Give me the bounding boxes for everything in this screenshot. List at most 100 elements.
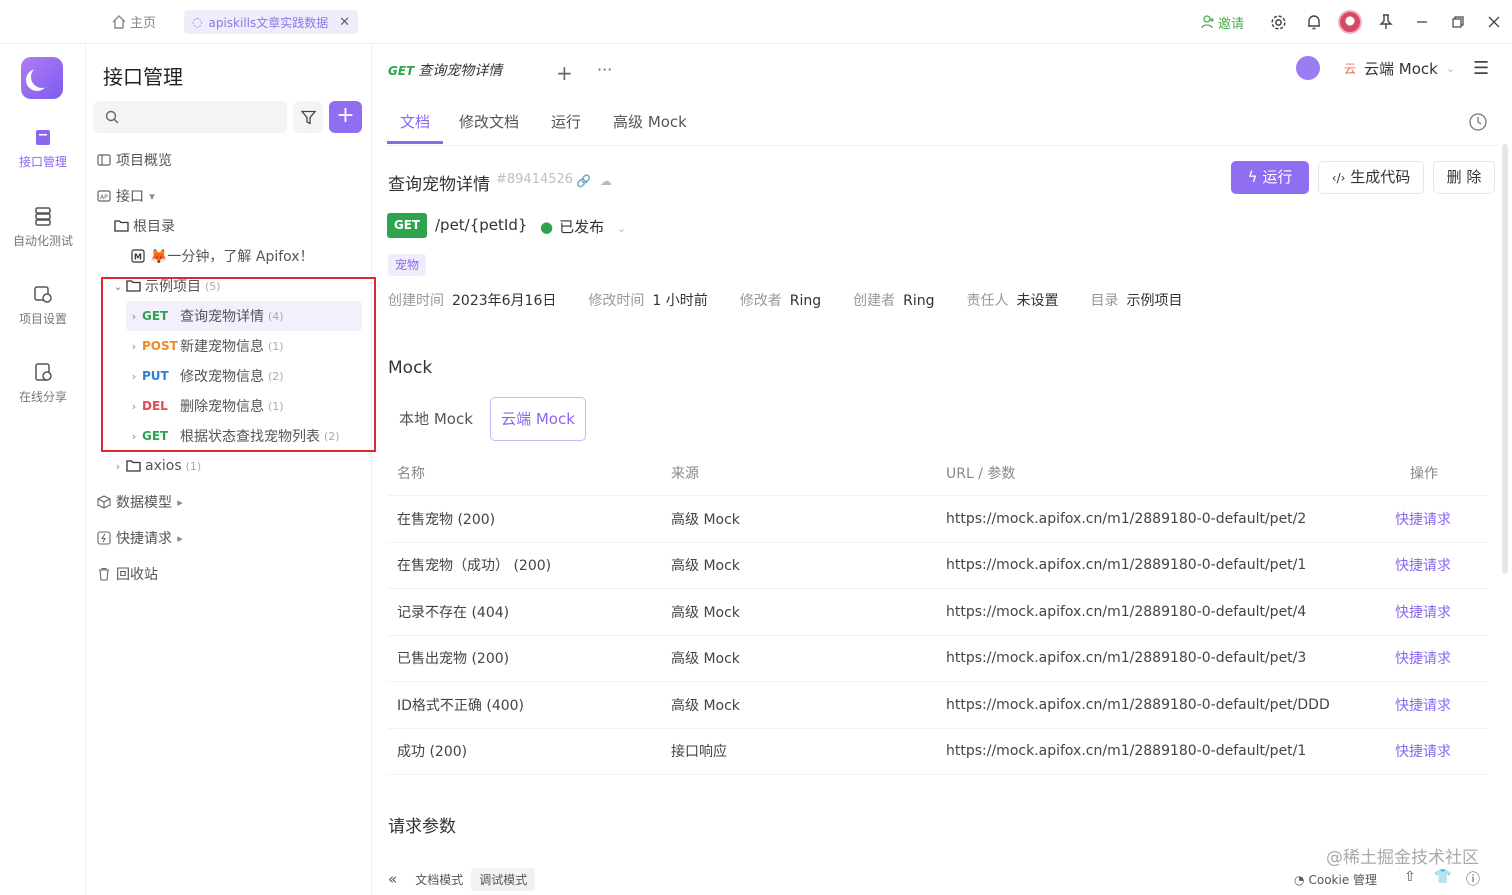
minimize-icon[interactable] <box>1404 0 1440 44</box>
scrollbar[interactable] <box>1502 144 1508 574</box>
history-icon[interactable] <box>1468 112 1488 132</box>
project-tab[interactable]: ◌ apiskills文章实践数据 ✕ <box>184 10 358 34</box>
tab-run[interactable]: 运行 <box>535 110 597 144</box>
tab-advanced-mock[interactable]: 高级 Mock <box>597 110 703 144</box>
main-panel: GET 查询宠物详情 + ··· 云 云端 Mock ⌄ ☰ 文档 修改文档 运行… <box>372 44 1512 895</box>
add-button[interactable]: + <box>329 101 362 133</box>
pin-icon[interactable] <box>1368 0 1404 44</box>
meta-value: 示例项目 <box>1126 293 1183 309</box>
rail-item-automation[interactable]: 自动化测试 <box>0 206 86 249</box>
status-dot: ● <box>540 218 554 236</box>
tree-item-overview[interactable]: 项目概览 <box>97 145 172 175</box>
tree-item-root-dir[interactable]: 根目录 <box>114 211 175 241</box>
column-header: 名称 <box>397 465 425 482</box>
api-root-icon: AP <box>97 189 111 203</box>
shirt-icon[interactable]: 👕 <box>1434 869 1451 885</box>
tab-doc[interactable]: 文档 <box>387 110 444 144</box>
trash-icon <box>97 567 111 581</box>
cloud-icon[interactable]: ☁ <box>600 174 612 188</box>
bottom-bar: « 文档模式 调试模式 @稀土掘金技术社区 ◔ Cookie 管理 ⇧ 👕 ⓘ <box>372 848 1512 895</box>
meta-key: 创建者 <box>853 293 896 309</box>
tree-item-api-root[interactable]: AP 接口 ▾ <box>97 181 160 211</box>
automation-icon <box>33 206 53 226</box>
close-tab-icon[interactable]: ✕ <box>339 15 350 30</box>
invite-label: 邀请 <box>1217 16 1244 32</box>
method-badge: GET <box>387 213 427 238</box>
collapse-icon[interactable]: « <box>388 870 397 888</box>
env-prefix: 云 <box>1344 61 1357 76</box>
tree-item-axios-folder[interactable]: › axios (1) <box>110 451 201 481</box>
api-root-label: 接口 <box>116 189 144 205</box>
caret-right-icon: ▸ <box>177 495 183 509</box>
close-window-icon[interactable] <box>1476 0 1512 44</box>
mock-name: 记录不存在 (404) <box>397 604 510 621</box>
loading-icon: ◌ <box>192 15 203 29</box>
table-row: 在售宠物（成功） (200) 高级 Mock https://mock.apif… <box>388 543 1488 589</box>
mock-source: 高级 Mock <box>671 511 740 528</box>
quick-request-link[interactable]: 快捷请求 <box>1395 636 1451 682</box>
quick-request-link[interactable]: 快捷请求 <box>1395 496 1451 542</box>
share-icon <box>33 362 53 382</box>
quick-request-link[interactable]: 快捷请求 <box>1395 543 1451 589</box>
meta-key: 责任人 <box>966 293 1009 309</box>
status-select[interactable]: ● 已发布 ⌄ <box>540 216 626 237</box>
bell-icon[interactable] <box>1296 0 1332 44</box>
tab-cloud-mock[interactable]: 云端 Mock <box>490 397 586 441</box>
environment-select[interactable]: 云 云端 Mock ⌄ <box>1332 50 1462 86</box>
upload-icon[interactable]: ⇧ <box>1404 869 1416 885</box>
rail-item-settings[interactable]: 项目设置 <box>0 284 86 327</box>
rail-item-label: 在线分享 <box>18 390 67 404</box>
debug-mode-button[interactable]: 调试模式 <box>471 867 536 891</box>
doc-tab-label: 查询宠物详情 <box>418 63 503 79</box>
user-avatar[interactable] <box>1332 0 1368 44</box>
intro-doc-label: 🦊一分钟，了解 Apifox！ <box>150 249 314 265</box>
project-tab-label: apiskills文章实践数据 <box>208 15 329 30</box>
quick-request-link[interactable]: 快捷请求 <box>1395 589 1451 635</box>
search-input[interactable] <box>93 101 287 133</box>
mock-url: https://mock.apifox.cn/m1/2889180-0-defa… <box>946 650 1307 667</box>
tab-local-mock[interactable]: 本地 Mock <box>390 398 482 440</box>
meta-key: 目录 <box>1090 293 1119 309</box>
generate-code-button[interactable]: ‹/› 生成代码 <box>1318 161 1424 194</box>
filter-button[interactable] <box>293 101 323 133</box>
tree-item-recycle-bin[interactable]: 回收站 <box>97 559 158 589</box>
rail-item-share[interactable]: 在线分享 <box>0 362 86 405</box>
help-icon[interactable]: ⓘ <box>1466 869 1480 889</box>
rail-item-api[interactable]: 接口管理 <box>0 127 86 170</box>
delete-button[interactable]: 删 除 <box>1433 161 1495 194</box>
table-row: 在售宠物 (200) 高级 Mock https://mock.apifox.c… <box>388 496 1488 543</box>
svg-text:AP: AP <box>100 194 108 201</box>
meta-value: 2023年6月16日 <box>452 293 557 309</box>
api-path: /pet/{petId} <box>435 216 528 234</box>
cookie-button[interactable]: ◔ Cookie 管理 <box>1294 871 1377 888</box>
quick-request-link[interactable]: 快捷请求 <box>1395 729 1451 775</box>
tree-item-intro-doc[interactable]: M 🦊一分钟，了解 Apifox！ <box>131 241 314 271</box>
meta-key: 创建时间 <box>388 293 444 309</box>
new-tab-icon[interactable]: + <box>556 61 573 85</box>
watermark: @稀土掘金技术社区 <box>1326 848 1479 868</box>
open-doc-tab[interactable]: GET 查询宠物详情 <box>388 60 502 80</box>
tab-edit-doc[interactable]: 修改文档 <box>443 110 535 144</box>
link-icon[interactable]: 🔗 <box>576 174 591 188</box>
tree-item-quick-request[interactable]: 快捷请求 ▸ <box>97 523 188 553</box>
quick-request-link[interactable]: 快捷请求 <box>1395 682 1451 728</box>
search-icon <box>105 110 119 124</box>
menu-icon[interactable]: ☰ <box>1473 58 1489 79</box>
sync-icon[interactable] <box>1296 56 1320 80</box>
panel-title: 接口管理 <box>103 65 183 89</box>
table-row: ID格式不正确 (400) 高级 Mock https://mock.apifo… <box>388 682 1488 729</box>
api-tree-panel: 接口管理 + 项目概览 AP 接口 ▾ 根目录 M 🦊一分钟，了解 Apifox… <box>86 44 376 895</box>
home-tab[interactable]: 主页 <box>112 12 156 31</box>
gear-icon[interactable] <box>1260 0 1296 44</box>
maximize-icon[interactable] <box>1440 0 1476 44</box>
tree-item-data-model[interactable]: 数据模型 ▸ <box>97 487 188 517</box>
invite-button[interactable]: 邀请 <box>1201 13 1244 32</box>
mock-source: 高级 Mock <box>671 604 740 621</box>
doc-mode-button[interactable]: 文档模式 <box>407 868 471 891</box>
cookie-icon: ◔ <box>1294 872 1305 887</box>
env-label: 云端 Mock <box>1364 59 1438 78</box>
column-header: 操作 <box>1410 465 1438 482</box>
more-icon[interactable]: ··· <box>597 60 612 79</box>
settings-icon <box>33 284 53 304</box>
run-button[interactable]: ϟ 运行 <box>1231 161 1309 194</box>
